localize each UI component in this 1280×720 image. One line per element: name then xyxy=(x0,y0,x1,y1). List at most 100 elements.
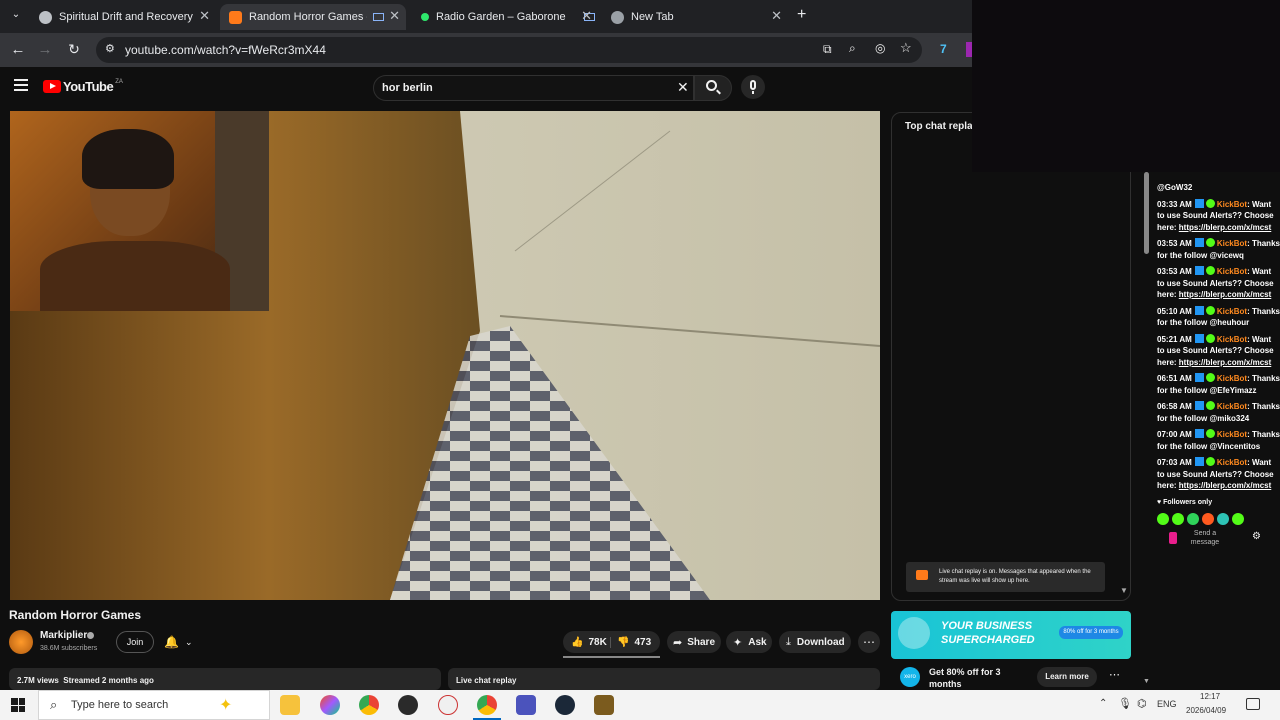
channel-avatar[interactable] xyxy=(9,630,33,654)
tab-close-icon[interactable]: ✕ xyxy=(581,8,592,24)
clear-search-icon[interactable]: ✕ xyxy=(677,79,689,96)
mod-badge-icon xyxy=(1194,198,1204,208)
paint-app-icon[interactable] xyxy=(438,695,458,715)
youtube-logo[interactable]: YouTube ZA xyxy=(43,79,123,94)
dislike-button[interactable]: 👎 473 xyxy=(611,637,651,648)
send-placeholder[interactable]: Send a message xyxy=(1185,529,1225,547)
kick-chat-scrollbar[interactable] xyxy=(1144,172,1149,254)
tab-list-button[interactable]: ⌄ xyxy=(9,9,23,23)
emoji-picker-icon[interactable] xyxy=(1169,532,1177,544)
tab-spiritual-drift[interactable]: Spiritual Drift and Recovery ✕ xyxy=(30,4,216,30)
ad-banner[interactable]: YOUR BUSINESS SUPERCHARGED 80% off for 3… xyxy=(891,611,1131,659)
tab-random-horror-games[interactable]: Random Horror Games - Yo ✕ xyxy=(220,4,406,30)
chat-scroll-down-icon[interactable]: ▼ xyxy=(1120,586,1128,595)
tab-close-icon[interactable]: ✕ xyxy=(771,8,782,24)
zoom-icon[interactable]: ⌕ xyxy=(849,41,856,56)
tab-close-icon[interactable]: ✕ xyxy=(389,8,400,24)
live-chat-replay-box[interactable]: Live chat replay xyxy=(448,668,880,690)
chat-replay-notice: Live chat replay is on. Messages that ap… xyxy=(906,562,1105,592)
download-button[interactable]: ⤓ Download xyxy=(779,631,851,653)
description-box[interactable]: 2.7M views Streamed 2 months ago xyxy=(9,668,441,690)
microphone-icon xyxy=(750,80,756,90)
kick-badge-icon xyxy=(1205,401,1215,410)
search-icon xyxy=(706,80,717,91)
dislike-count: 473 xyxy=(634,636,652,648)
taskbar-search[interactable]: ⌕ Type here to search ✦ xyxy=(38,690,270,720)
country-code: ZA xyxy=(115,78,123,85)
tab-new-tab[interactable]: New Tab ✕ xyxy=(602,4,788,30)
obs-icon[interactable] xyxy=(398,695,418,715)
chrome-icon[interactable] xyxy=(359,695,379,715)
mod-badge-icon xyxy=(1194,373,1204,382)
language-indicator[interactable]: ENG xyxy=(1157,699,1177,709)
new-tab-button[interactable]: + xyxy=(797,6,806,24)
learn-more-button[interactable]: Learn more xyxy=(1037,667,1097,687)
start-button[interactable] xyxy=(11,698,25,712)
teams-icon[interactable] xyxy=(516,695,536,715)
list-item: 06:58 AM KickBot: Thanks for the follow @… xyxy=(1157,401,1280,423)
tab-radio-garden[interactable]: Radio Garden – Gaborone ✕ xyxy=(412,4,598,30)
emote-icon xyxy=(1202,513,1214,525)
extension-icon[interactable]: 7 xyxy=(940,42,955,57)
url-text[interactable]: youtube.com/watch?v=fWeRcr3mX44 xyxy=(125,43,326,57)
notifications-button[interactable]: 🔔 ⌄ xyxy=(158,631,200,653)
install-app-icon[interactable]: ⧉ xyxy=(823,42,832,57)
live-chat-panel: Top chat replay xyxy=(891,112,1131,601)
microphone-tray-icon[interactable]: 🎙 xyxy=(1118,697,1132,710)
share-label: Share xyxy=(687,636,716,648)
ask-button[interactable]: ✦ Ask xyxy=(726,631,772,653)
voice-search-button[interactable] xyxy=(741,75,765,99)
clock-time[interactable]: 12:17 xyxy=(1200,692,1220,701)
like-count: 78K xyxy=(588,636,607,648)
game-app-icon[interactable] xyxy=(594,695,614,715)
facecam xyxy=(10,111,269,311)
tab-close-icon[interactable]: ✕ xyxy=(199,8,210,24)
menu-icon[interactable] xyxy=(14,79,28,91)
search-query[interactable]: hor berlin xyxy=(382,82,433,94)
tray-chevron-icon[interactable]: ⌃ xyxy=(1099,698,1107,709)
notification-center-icon[interactable] xyxy=(1246,698,1260,710)
share-button[interactable]: ➦ Share xyxy=(667,631,721,653)
more-actions-button[interactable]: ⋯ xyxy=(858,631,880,653)
back-icon[interactable]: ← xyxy=(9,41,27,58)
video-title: Random Horror Games xyxy=(9,608,142,622)
kick-badge-icon xyxy=(1205,266,1215,275)
like-dislike-group: 👍 78K 👎 473 xyxy=(563,631,660,653)
file-explorer-icon[interactable] xyxy=(280,695,300,715)
forward-icon[interactable]: → xyxy=(36,41,54,58)
address-bar[interactable]: ⚙ youtube.com/watch?v=fWeRcr3mX44 ⧉ ⌕ ◎ … xyxy=(96,37,922,63)
join-button[interactable]: Join xyxy=(116,631,154,653)
ad-badge: 80% off for 3 months xyxy=(1059,626,1123,639)
channel-name[interactable]: Markiplier xyxy=(40,630,87,641)
steam-icon[interactable] xyxy=(555,695,575,715)
mod-badge-icon xyxy=(1194,266,1204,275)
network-icon[interactable]: ⌬ xyxy=(1137,697,1147,710)
ad-more-icon[interactable]: ⋯ xyxy=(1109,668,1120,681)
sparkle-icon: ✦ xyxy=(733,636,743,649)
emote-icon xyxy=(1172,513,1184,525)
chrome-profile-icon[interactable] xyxy=(477,695,497,715)
xero-logo-icon xyxy=(898,617,930,649)
tab-title: Spiritual Drift and Recovery xyxy=(59,11,193,23)
send-message-input[interactable]: Send a message ⚙ xyxy=(1157,529,1280,549)
video-player[interactable] xyxy=(10,111,880,600)
settings-icon[interactable]: ⚙ xyxy=(1252,531,1261,542)
taskbar-search-placeholder[interactable]: Type here to search xyxy=(71,699,168,711)
tracking-protection-icon[interactable]: ◎ xyxy=(875,41,885,55)
chat-header[interactable]: Top chat replay xyxy=(905,121,978,132)
bookmark-star-icon[interactable]: ☆ xyxy=(900,40,912,56)
figma-app-icon[interactable] xyxy=(320,695,340,715)
reload-icon[interactable]: ↻ xyxy=(65,41,83,58)
ad-footer[interactable]: xero Get 80% off for 3 months Learn more… xyxy=(891,662,1131,690)
search-button[interactable] xyxy=(694,75,732,101)
clock-date[interactable]: 2026/04/09 xyxy=(1186,706,1226,715)
youtube-header: YouTube ZA hor berlin ✕ xyxy=(0,67,972,109)
download-icon: ⤓ xyxy=(786,635,791,648)
like-button[interactable]: 👍 78K xyxy=(563,636,611,648)
verified-icon xyxy=(87,632,94,639)
kick-scroll-down-icon[interactable]: ▼ xyxy=(1143,678,1150,685)
mod-badge-icon xyxy=(1194,429,1204,438)
site-info-icon[interactable]: ⚙ xyxy=(105,42,115,55)
search-input[interactable]: hor berlin ✕ xyxy=(373,75,694,101)
kick-badge-icon xyxy=(1205,429,1215,438)
